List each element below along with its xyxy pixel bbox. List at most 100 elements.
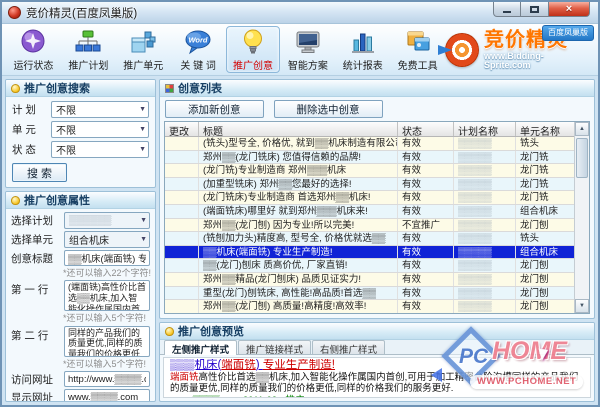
report-bars-icon	[349, 28, 377, 56]
minimize-button[interactable]	[493, 2, 521, 17]
line1-label: 第 一 行	[11, 282, 59, 297]
smart-monitor-icon	[294, 28, 322, 56]
creative-table-body: (铣头)型号全, 价格优, 就到▒▒机床制造有限公司有效▒▒▒▒▒铣头郑州▒▒(…	[165, 137, 574, 313]
display-url-input[interactable]	[64, 389, 150, 401]
column-header-unit[interactable]: 单元名称	[516, 122, 574, 136]
column-header-change[interactable]: 更改	[165, 122, 199, 136]
table-cell: 组合机床	[516, 205, 574, 218]
table-row[interactable]: 郑州▒▒(龙门铣床) 您值得信赖的品牌!有效▒▒▒▒▒龙门铣	[165, 151, 574, 165]
tab-left-promo-style[interactable]: 左侧推广样式	[164, 340, 237, 355]
table-cell: 龙门刨	[516, 300, 574, 313]
table-cell: 重型(龙门)刨铣床, 高性能!高品质!首选▒▒	[199, 287, 398, 300]
table-cell: ▒▒(龙门)刨床 质高价优, 厂家直销!	[199, 259, 398, 272]
main-area: 创意列表 添加新创意 删除选中创意 更改 标题 状态 计划名称 单元名称 (铣头…	[159, 79, 595, 402]
creative-title-hint: *还可以输入22个字符!	[11, 268, 150, 278]
table-row[interactable]: (铣头)型号全, 价格优, 就到▒▒机床制造有限公司有效▒▒▒▒▒铣头	[165, 137, 574, 151]
ad-highlight-text: 专业生产制造!	[263, 359, 335, 371]
table-cell	[165, 205, 199, 218]
bulb-icon	[165, 327, 174, 336]
table-cell: (铣刨加力头)精度高, 型号全, 价格优就选▒▒	[199, 232, 398, 245]
status-filter-label: 状 态	[12, 142, 46, 157]
table-cell: 郑州▒▒(龙门刨) 高质量!高精度!高效率!	[199, 300, 398, 313]
table-cell: 龙门刨	[516, 219, 574, 232]
table-row[interactable]: (端面铣床)哪里好 就到郑州▒▒▒机床来!有效▒▒▒▒▒组合机床	[165, 205, 574, 219]
toolbar-button-keywords[interactable]: Word 关 键 词	[171, 26, 226, 73]
creative-table-header: 更改 标题 状态 计划名称 单元名称	[165, 122, 589, 137]
table-row[interactable]: (铣刨加力头)精度高, 型号全, 价格优就选▒▒有效▒▒▒▒▒铣头	[165, 232, 574, 246]
table-row[interactable]: (龙门铣)专业制造商 郑州▒▒▒机床有效▒▒▒▒▒龙门铣	[165, 164, 574, 178]
maximize-button[interactable]	[521, 2, 548, 17]
table-cell: (龙门铣)专业制造商 郑州▒▒▒机床	[199, 164, 398, 177]
unit-filter-dropdown[interactable]: 不限 ▼	[51, 121, 149, 138]
table-row[interactable]: 郑州▒▒(龙门刨) 因为专业!所以完美!不宜推广▒▒▒▒▒龙门刨	[165, 219, 574, 233]
add-creative-button[interactable]: 添加新创意	[165, 100, 264, 118]
table-row[interactable]: ▒▒机床(端面铣) 专业生产制造!有效▒▒▒▒▒组合机床	[165, 246, 574, 260]
scroll-down-button[interactable]: ▼	[575, 299, 589, 313]
column-header-plan[interactable]: 计划名称	[454, 122, 516, 136]
table-row[interactable]: 重型(龙门)刨铣床, 高性能!高品质!首选▒▒有效▒▒▒▒▒龙门刨	[165, 287, 574, 301]
table-cell	[165, 273, 199, 286]
scroll-up-button[interactable]: ▲	[575, 122, 589, 136]
table-cell: 不宜推广	[398, 219, 454, 232]
table-cell: (加重型铣床) 郑州▒▒您最好的选择!	[199, 178, 398, 191]
plan-filter-dropdown[interactable]: 不限 ▼	[51, 101, 149, 118]
table-cell: (龙门铣床)专业制造商 首选郑州▒▒机床!	[199, 191, 398, 204]
toolbar-button-report[interactable]: 统计报表	[335, 26, 390, 73]
tab-right-promo-style[interactable]: 右侧推广样式	[312, 340, 385, 354]
toolbar-button-promo-creative[interactable]: 推广创意	[226, 26, 281, 73]
toolbar-button-run-status[interactable]: 运行状态	[6, 26, 61, 73]
table-cell	[165, 178, 199, 191]
column-header-status[interactable]: 状态	[398, 122, 454, 136]
plan-filter-label: 计 划	[12, 102, 46, 117]
table-cell: 龙门铣	[516, 151, 574, 164]
table-cell: ▒▒▒▒▒	[454, 246, 516, 259]
content-area: 推广创意搜索 计 划 不限 ▼ 单 元 不限 ▼	[2, 76, 598, 405]
toolbar-label: 推广创意	[233, 57, 273, 72]
line2-textarea[interactable]: 同样的产品我们的质量更优,同样的质量我们的价格更低,同样的价格我们的服务更好.	[64, 326, 150, 357]
select-plan-dropdown[interactable]: ▒▒▒▒▒▒ ▼	[64, 212, 150, 229]
visit-url-input[interactable]	[64, 371, 150, 387]
table-row[interactable]: (加重型铣床) 郑州▒▒您最好的选择!有效▒▒▒▒▒龙门铣	[165, 178, 574, 192]
toolbar-button-smart-plan[interactable]: 智能方案	[280, 26, 335, 73]
table-cell	[165, 287, 199, 300]
unit-filter-label: 单 元	[12, 122, 46, 137]
table-cell: 有效	[398, 137, 454, 150]
table-cell: ▒▒▒▒▒	[454, 151, 516, 164]
table-row[interactable]: 郑州▒▒(龙门刨) 高质量!高精度!高效率!有效▒▒▒▒▒龙门刨	[165, 300, 574, 313]
app-window: 竞价精灵(百度凤巢版) × 运行状态 推广计划	[0, 0, 600, 407]
tab-link-promo-style[interactable]: 推广链接样式	[238, 340, 311, 354]
chevron-down-icon: ▼	[139, 146, 146, 153]
creative-table: 更改 标题 状态 计划名称 单元名称 (铣头)型号全, 价格优, 就到▒▒机床制…	[164, 121, 590, 314]
delete-creative-button[interactable]: 删除选中创意	[274, 100, 383, 118]
toolbar-button-promo-unit[interactable]: 推广单元	[116, 26, 171, 73]
search-button[interactable]: 搜 索	[12, 163, 67, 182]
close-button[interactable]: ×	[548, 2, 590, 17]
select-unit-dropdown[interactable]: 组合机床 ▼	[64, 231, 150, 248]
table-cell	[165, 151, 199, 164]
creative-title-input[interactable]	[64, 250, 150, 266]
status-filter-dropdown[interactable]: 不限 ▼	[51, 141, 149, 158]
table-cell: 铣头	[516, 232, 574, 245]
toolbar-button-free-tools[interactable]: 免费工具	[390, 26, 445, 73]
creative-search-header: 推广创意搜索	[6, 80, 155, 97]
table-cell: ▒▒▒▒▒	[454, 259, 516, 272]
table-scrollbar: ▲ ▼	[574, 122, 589, 313]
table-cell: ▒▒▒▒▒	[454, 232, 516, 245]
table-row[interactable]: ▒▒(龙门)刨床 质高价优, 厂家直销!有效▒▒▒▒▒龙门刨	[165, 259, 574, 273]
grid-icon	[165, 84, 174, 93]
table-row[interactable]: (龙门铣床)专业制造商 首选郑州▒▒机床!有效▒▒▒▒▒龙门铣	[165, 191, 574, 205]
table-cell	[165, 164, 199, 177]
scrollbar-thumb[interactable]	[576, 138, 588, 178]
bulb-icon	[11, 196, 20, 205]
table-cell: (铣头)型号全, 价格优, 就到▒▒机床制造有限公司	[199, 137, 398, 150]
toolbar-button-promo-plan[interactable]: 推广计划	[61, 26, 116, 73]
table-cell: 有效	[398, 151, 454, 164]
ad-text: )	[256, 359, 263, 371]
column-header-title[interactable]: 标题	[199, 122, 398, 136]
table-row[interactable]: 郑州▒▒精品(龙门刨床) 品质见证实力!有效▒▒▒▒▒龙门刨	[165, 273, 574, 287]
creative-search-panel: 推广创意搜索 计 划 不限 ▼ 单 元 不限 ▼	[5, 79, 156, 188]
select-plan-value: ▒▒▒▒▒▒	[69, 215, 140, 226]
toolbar: 运行状态 推广计划 推广单元	[2, 24, 598, 76]
line1-textarea[interactable]: (端面铣)高性价比首选▒▒机床,加入智能化操作属国内首创,可用于加工精密台阶沟槽	[64, 280, 150, 311]
close-icon: ×	[566, 4, 572, 15]
